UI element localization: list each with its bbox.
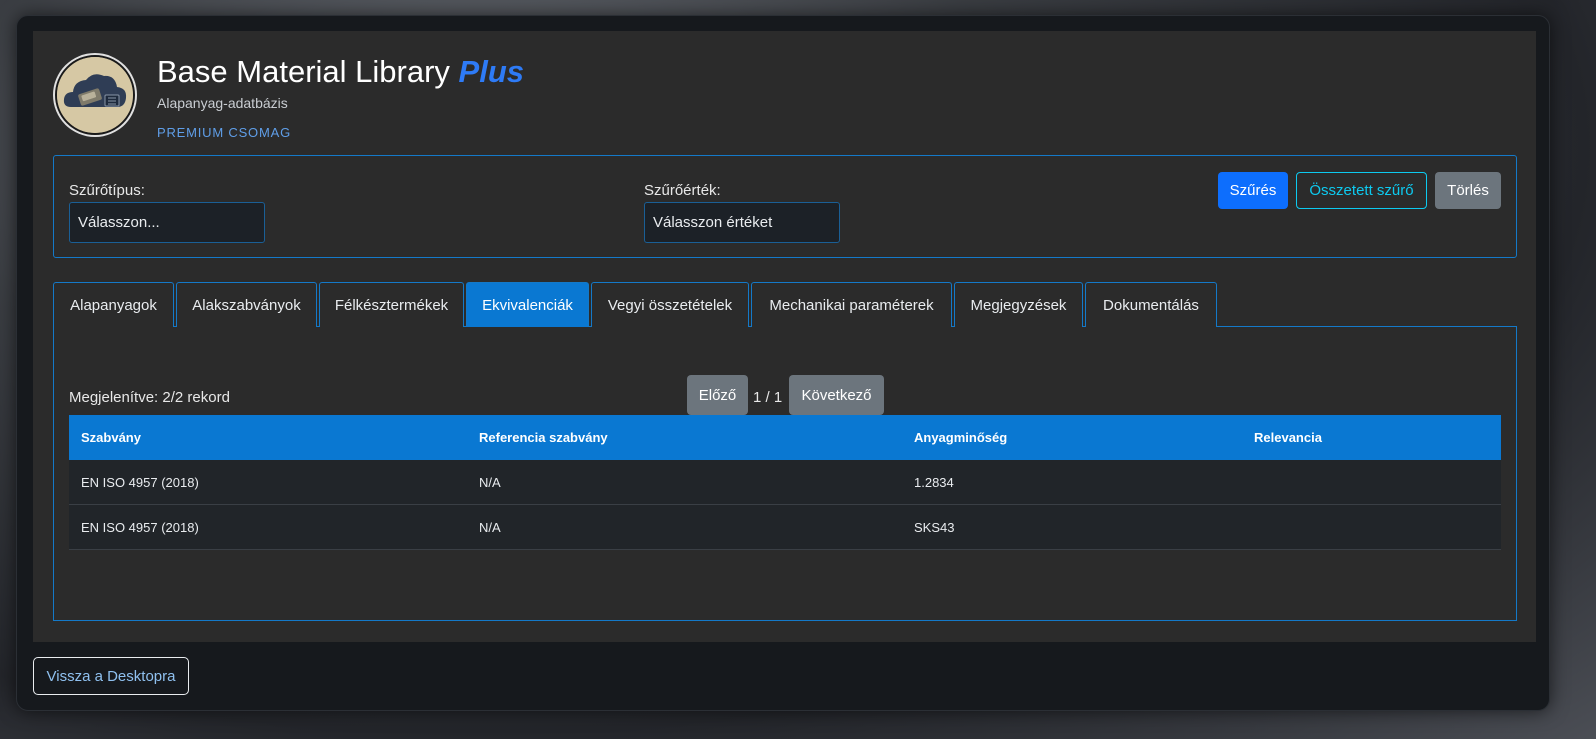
tab-content: Megjelenítve: 2/2 rekord Előző 1 / 1 Köv… xyxy=(53,327,1517,621)
app-header: Base Material Library Plus Alapanyag-ada… xyxy=(55,55,755,145)
filter-type-label: Szűrőtípus: xyxy=(69,182,145,199)
app-window: Base Material Library Plus Alapanyag-ada… xyxy=(16,15,1550,711)
clear-button[interactable]: Törlés xyxy=(1435,172,1501,209)
page-title: Base Material Library Plus xyxy=(157,55,524,89)
table-row[interactable]: EN ISO 4957 (2018) N/A SKS43 xyxy=(69,505,1501,550)
tab-mechanikai-parameterek[interactable]: Mechanikai paraméterek xyxy=(751,282,952,327)
next-page-button[interactable]: Következő xyxy=(789,375,884,415)
table-cell: EN ISO 4957 (2018) xyxy=(81,475,199,490)
tab-ekvivalenciak[interactable]: Ekvivalenciák xyxy=(466,282,589,327)
filter-value-label: Szűrőérték: xyxy=(644,182,721,199)
column-header[interactable]: Referencia szabvány xyxy=(479,430,608,445)
table-row[interactable]: EN ISO 4957 (2018) N/A 1.2834 xyxy=(69,460,1501,505)
compound-filter-button[interactable]: Összetett szűrő xyxy=(1296,172,1427,209)
column-header[interactable]: Relevancia xyxy=(1254,430,1322,445)
tab-dokumentalas[interactable]: Dokumentálás xyxy=(1085,282,1217,327)
tab-vegyi-osszetetelek[interactable]: Vegyi összetételek xyxy=(591,282,749,327)
main-panel: Base Material Library Plus Alapanyag-ada… xyxy=(33,31,1536,642)
back-to-desktop-button[interactable]: Vissza a Desktopra xyxy=(33,657,189,695)
table-cell: EN ISO 4957 (2018) xyxy=(81,520,199,535)
table-cell: N/A xyxy=(479,520,501,535)
equivalence-table: Szabvány Referencia szabvány Anyagminősé… xyxy=(69,415,1501,550)
filter-type-select[interactable]: Válasszon... xyxy=(69,202,265,243)
tab-alakszabvanyok[interactable]: Alakszabványok xyxy=(176,282,317,327)
tab-felkesztermekek[interactable]: Félkésztermékek xyxy=(319,282,464,327)
table-cell: SKS43 xyxy=(914,520,955,535)
filter-button[interactable]: Szűrés xyxy=(1218,172,1288,209)
table-cell: N/A xyxy=(479,475,501,490)
filter-panel: Szűrőtípus: Válasszon... Szűrőérték: Vál… xyxy=(53,155,1517,258)
record-count: Megjelenítve: 2/2 rekord xyxy=(69,389,230,406)
title-main: Base Material Library xyxy=(157,54,450,89)
filter-value-select[interactable]: Válasszon értéket xyxy=(644,202,840,243)
package-badge: PREMIUM CSOMAG xyxy=(157,125,291,140)
title-accent: Plus xyxy=(458,54,524,89)
table-header: Szabvány Referencia szabvány Anyagminősé… xyxy=(69,415,1501,460)
column-header[interactable]: Anyagminőség xyxy=(914,430,1007,445)
cloud-database-logo-icon xyxy=(55,55,135,135)
tab-alapanyagok[interactable]: Alapanyagok xyxy=(53,282,174,327)
tab-bar: Alapanyagok Alakszabványok Félkésztermék… xyxy=(53,282,1517,327)
page-indicator: 1 / 1 xyxy=(753,389,783,406)
prev-page-button[interactable]: Előző xyxy=(687,375,748,415)
page-subtitle: Alapanyag-adatbázis xyxy=(157,95,288,111)
column-header[interactable]: Szabvány xyxy=(81,430,141,445)
tab-megjegyzesek[interactable]: Megjegyzések xyxy=(954,282,1083,327)
table-cell: 1.2834 xyxy=(914,475,954,490)
